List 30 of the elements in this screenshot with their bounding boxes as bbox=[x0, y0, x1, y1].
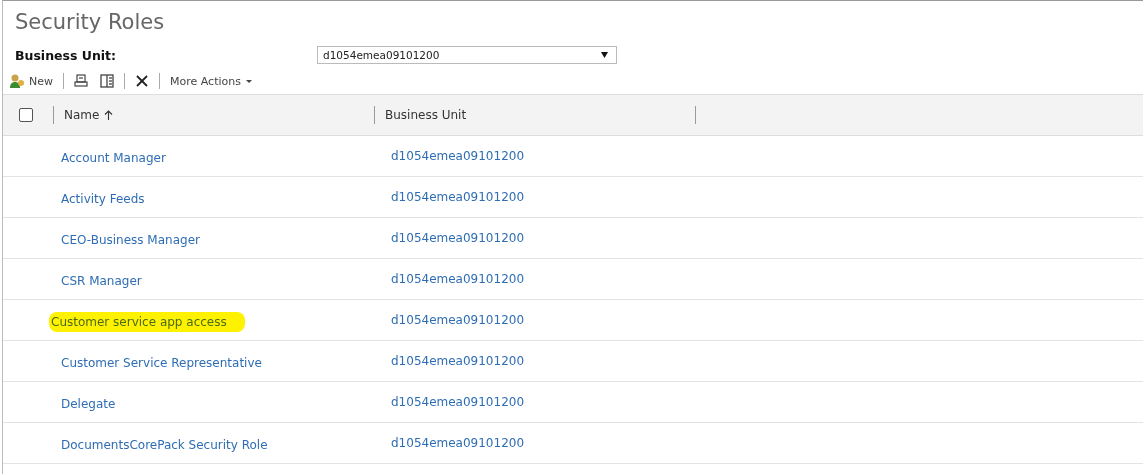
role-name-link[interactable]: DocumentsCorePack Security Role bbox=[61, 437, 268, 452]
caret-icon bbox=[244, 78, 253, 84]
dropdown-caret-icon bbox=[601, 52, 608, 58]
role-name-link[interactable]: CSR Manager bbox=[61, 273, 142, 288]
role-name-link[interactable]: CEO-Business Manager bbox=[61, 232, 200, 247]
business-unit-link[interactable]: d1054emea09101200 bbox=[391, 313, 525, 327]
page-title: Security Roles bbox=[14, 9, 166, 36]
new-button[interactable]: New bbox=[7, 73, 55, 89]
print-button[interactable] bbox=[72, 74, 90, 88]
more-actions-button[interactable]: More Actions bbox=[168, 74, 255, 88]
user-icon bbox=[9, 73, 25, 89]
role-name-link[interactable]: Customer service app access bbox=[49, 311, 245, 332]
columns-button[interactable] bbox=[98, 73, 116, 89]
role-name-link[interactable]: Delegate bbox=[61, 396, 116, 411]
business-unit-link[interactable]: d1054emea09101200 bbox=[391, 436, 525, 450]
role-name-link[interactable]: Customer Service Representative bbox=[61, 355, 262, 370]
business-unit-link[interactable]: d1054emea09101200 bbox=[391, 149, 525, 163]
select-all-checkbox[interactable] bbox=[19, 108, 33, 122]
business-unit-select[interactable]: d1054emea09101200 bbox=[317, 46, 617, 64]
business-unit-label: Business Unit: bbox=[15, 47, 118, 63]
role-name-link[interactable]: Activity Feeds bbox=[61, 191, 145, 206]
role-name-link[interactable]: Account Manager bbox=[61, 150, 166, 165]
business-unit-link[interactable]: d1054emea09101200 bbox=[391, 190, 525, 204]
column-header[interactable]: Business Unit bbox=[375, 108, 695, 122]
business-unit-link[interactable]: d1054emea09101200 bbox=[391, 395, 525, 409]
delete-button[interactable] bbox=[133, 74, 151, 88]
business-unit-link[interactable]: d1054emea09101200 bbox=[391, 354, 525, 368]
column-header[interactable]: Name bbox=[54, 108, 374, 122]
business-unit-link[interactable]: d1054emea09101200 bbox=[391, 231, 525, 245]
business-unit-link[interactable]: d1054emea09101200 bbox=[391, 272, 525, 286]
